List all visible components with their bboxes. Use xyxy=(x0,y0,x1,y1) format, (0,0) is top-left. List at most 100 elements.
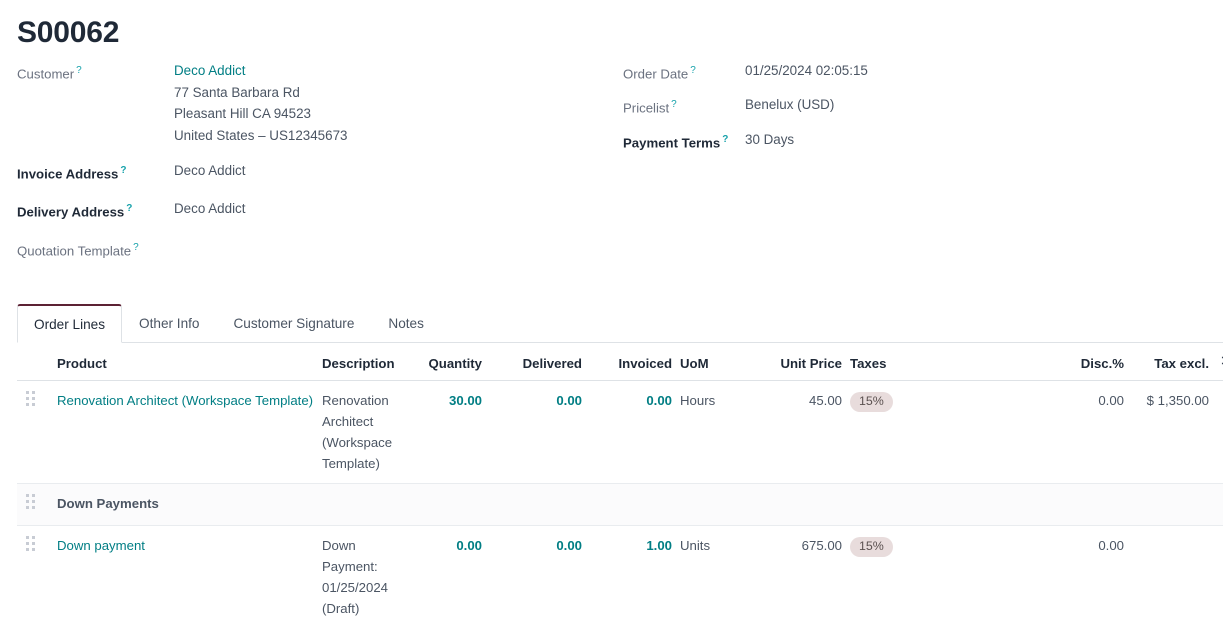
field-label-order-date: Order Date? xyxy=(623,60,745,84)
drag-handle-icon[interactable] xyxy=(26,493,39,510)
help-icon[interactable]: ? xyxy=(76,65,82,76)
field-value-invoice-address[interactable]: Deco Addict xyxy=(174,160,245,182)
tab-other-info[interactable]: Other Info xyxy=(122,304,216,343)
customer-address-line-1: 77 Santa Barbara Rd xyxy=(174,84,300,100)
cell-description[interactable]: Down Payment: 01/25/2024 (Draft) xyxy=(318,525,406,620)
cell-discount[interactable]: 0.00 xyxy=(1046,525,1128,620)
label-text: Customer xyxy=(17,66,75,82)
field-invoice-address: Invoice Address? Deco Addict xyxy=(17,160,612,184)
field-label-payment-terms: Payment Terms? xyxy=(623,129,745,153)
field-value-delivery-address[interactable]: Deco Addict xyxy=(174,198,245,220)
cell-taxes[interactable]: 15% xyxy=(846,380,1046,485)
product-link[interactable]: Down payment xyxy=(57,535,319,556)
row-drag-cell xyxy=(17,525,53,620)
field-delivery-address: Delivery Address? Deco Addict xyxy=(17,198,612,222)
invoiced-value: 0.00 xyxy=(646,393,672,409)
cell-product[interactable]: Down payment xyxy=(53,525,319,620)
table-row[interactable]: Down payment Down Payment: 01/25/2024 (D… xyxy=(17,525,1223,620)
cell-quantity[interactable]: 0.00 xyxy=(406,525,486,620)
help-icon[interactable]: ? xyxy=(126,203,132,214)
field-label-invoice-address: Invoice Address? xyxy=(17,160,174,184)
field-label-delivery-address: Delivery Address? xyxy=(17,198,174,222)
field-label-pricelist: Pricelist? xyxy=(623,94,745,118)
page-title: S00062 xyxy=(17,16,120,49)
customer-address-line-3: United States – US12345673 xyxy=(174,127,348,143)
col-header-product[interactable]: Product xyxy=(53,343,318,382)
cell-quantity[interactable]: 30.00 xyxy=(406,380,486,485)
cell-delete xyxy=(1213,483,1223,527)
form-groups: Customer? Deco Addict 77 Santa Barbara R… xyxy=(0,54,1223,275)
status-badge: 15% xyxy=(850,392,893,413)
cell-tax-excl: $ 1,350.00 xyxy=(1128,380,1213,485)
col-header-quantity[interactable]: Quantity xyxy=(406,343,486,382)
cell-delete xyxy=(1213,525,1223,620)
field-label-customer: Customer? xyxy=(17,60,174,84)
cell-unit-price[interactable]: 675.00 xyxy=(753,525,846,620)
order-lines-table: Product Description Quantity Delivered I… xyxy=(17,343,1223,620)
drag-handle-icon[interactable] xyxy=(26,390,39,407)
delivered-value: 0.00 xyxy=(556,393,582,409)
field-pricelist: Pricelist? Benelux (USD) xyxy=(623,94,1223,118)
field-value-quotation-template[interactable] xyxy=(174,237,294,258)
cell-delete xyxy=(1213,380,1223,485)
field-label-quotation-template: Quotation Template? xyxy=(17,237,174,261)
cell-tax-excl xyxy=(1128,525,1213,620)
help-icon[interactable]: ? xyxy=(690,65,696,76)
field-order-date: Order Date? 01/25/2024 02:05:15 xyxy=(623,60,1223,84)
section-name[interactable]: Down Payments xyxy=(53,483,1213,527)
cell-uom[interactable]: Units xyxy=(676,525,753,620)
tab-customer-signature[interactable]: Customer Signature xyxy=(216,304,371,343)
label-text: Quotation Template xyxy=(17,243,132,259)
col-header-invoiced[interactable]: Invoiced xyxy=(586,343,676,382)
help-icon[interactable]: ? xyxy=(120,165,126,176)
table-body: Renovation Architect (Workspace Template… xyxy=(17,380,1223,620)
field-value-payment-terms[interactable]: 30 Days xyxy=(745,129,794,151)
col-header-tax-excl[interactable]: Tax excl. xyxy=(1128,343,1213,382)
form-column-right: Order Date? 01/25/2024 02:05:15 Pricelis… xyxy=(612,60,1223,275)
col-header-uom[interactable]: UoM xyxy=(676,343,753,382)
customer-address-line-2: Pleasant Hill CA 94523 xyxy=(174,106,311,121)
field-value-pricelist[interactable]: Benelux (USD) xyxy=(745,94,834,116)
help-icon[interactable]: ? xyxy=(671,99,677,110)
label-text: Pricelist xyxy=(623,100,670,116)
invoiced-value: 1.00 xyxy=(646,538,672,554)
drag-handle-icon[interactable] xyxy=(26,535,39,552)
cell-taxes[interactable]: 15% xyxy=(846,525,1046,620)
tab-order-lines[interactable]: Order Lines xyxy=(17,304,123,344)
cell-product[interactable]: Renovation Architect (Workspace Template… xyxy=(53,380,319,485)
table-row[interactable]: Renovation Architect (Workspace Template… xyxy=(17,380,1223,485)
col-header-delivered[interactable]: Delivered xyxy=(486,343,586,382)
row-drag-cell xyxy=(17,483,53,527)
cell-delivered[interactable]: 0.00 xyxy=(486,525,586,620)
cell-description[interactable]: Renovation Architect (Workspace Template… xyxy=(318,380,406,485)
table-header-row: Product Description Quantity Delivered I… xyxy=(17,343,1223,382)
order-lines-container: Product Description Quantity Delivered I… xyxy=(0,343,1223,620)
cell-discount[interactable]: 0.00 xyxy=(1046,380,1128,485)
label-text: Invoice Address xyxy=(17,166,119,182)
help-icon[interactable]: ? xyxy=(133,242,139,253)
quantity-value: 30.00 xyxy=(448,393,482,409)
cell-uom[interactable]: Hours xyxy=(676,380,753,485)
table-row[interactable]: Down Payments xyxy=(17,483,1223,527)
field-value-customer[interactable]: Deco Addict 77 Santa Barbara Rd Pleasant… xyxy=(174,60,347,146)
field-customer: Customer? Deco Addict 77 Santa Barbara R… xyxy=(17,60,612,146)
delivered-value: 0.00 xyxy=(556,538,582,554)
help-icon[interactable]: ? xyxy=(722,134,728,145)
col-header-optional-columns xyxy=(1213,343,1223,382)
customer-link[interactable]: Deco Addict xyxy=(174,63,245,78)
cell-unit-price[interactable]: 45.00 xyxy=(753,380,846,485)
col-header-handle xyxy=(17,343,53,382)
product-link[interactable]: Renovation Architect (Workspace Template… xyxy=(57,390,319,411)
cell-invoiced[interactable]: 0.00 xyxy=(586,380,676,485)
col-header-description[interactable]: Description xyxy=(318,343,406,382)
cell-invoiced[interactable]: 1.00 xyxy=(586,525,676,620)
col-header-unit-price[interactable]: Unit Price xyxy=(753,343,846,382)
col-header-discount[interactable]: Disc.% xyxy=(1046,343,1128,382)
field-value-order-date[interactable]: 01/25/2024 02:05:15 xyxy=(745,60,868,82)
form-column-left: Customer? Deco Addict 77 Santa Barbara R… xyxy=(0,60,612,275)
label-text: Delivery Address xyxy=(17,204,125,220)
cell-delivered[interactable]: 0.00 xyxy=(486,380,586,485)
col-header-taxes[interactable]: Taxes xyxy=(846,343,1046,382)
notebook-tabs: Order Lines Other Info Customer Signatur… xyxy=(17,303,1223,344)
tab-notes[interactable]: Notes xyxy=(371,304,441,343)
